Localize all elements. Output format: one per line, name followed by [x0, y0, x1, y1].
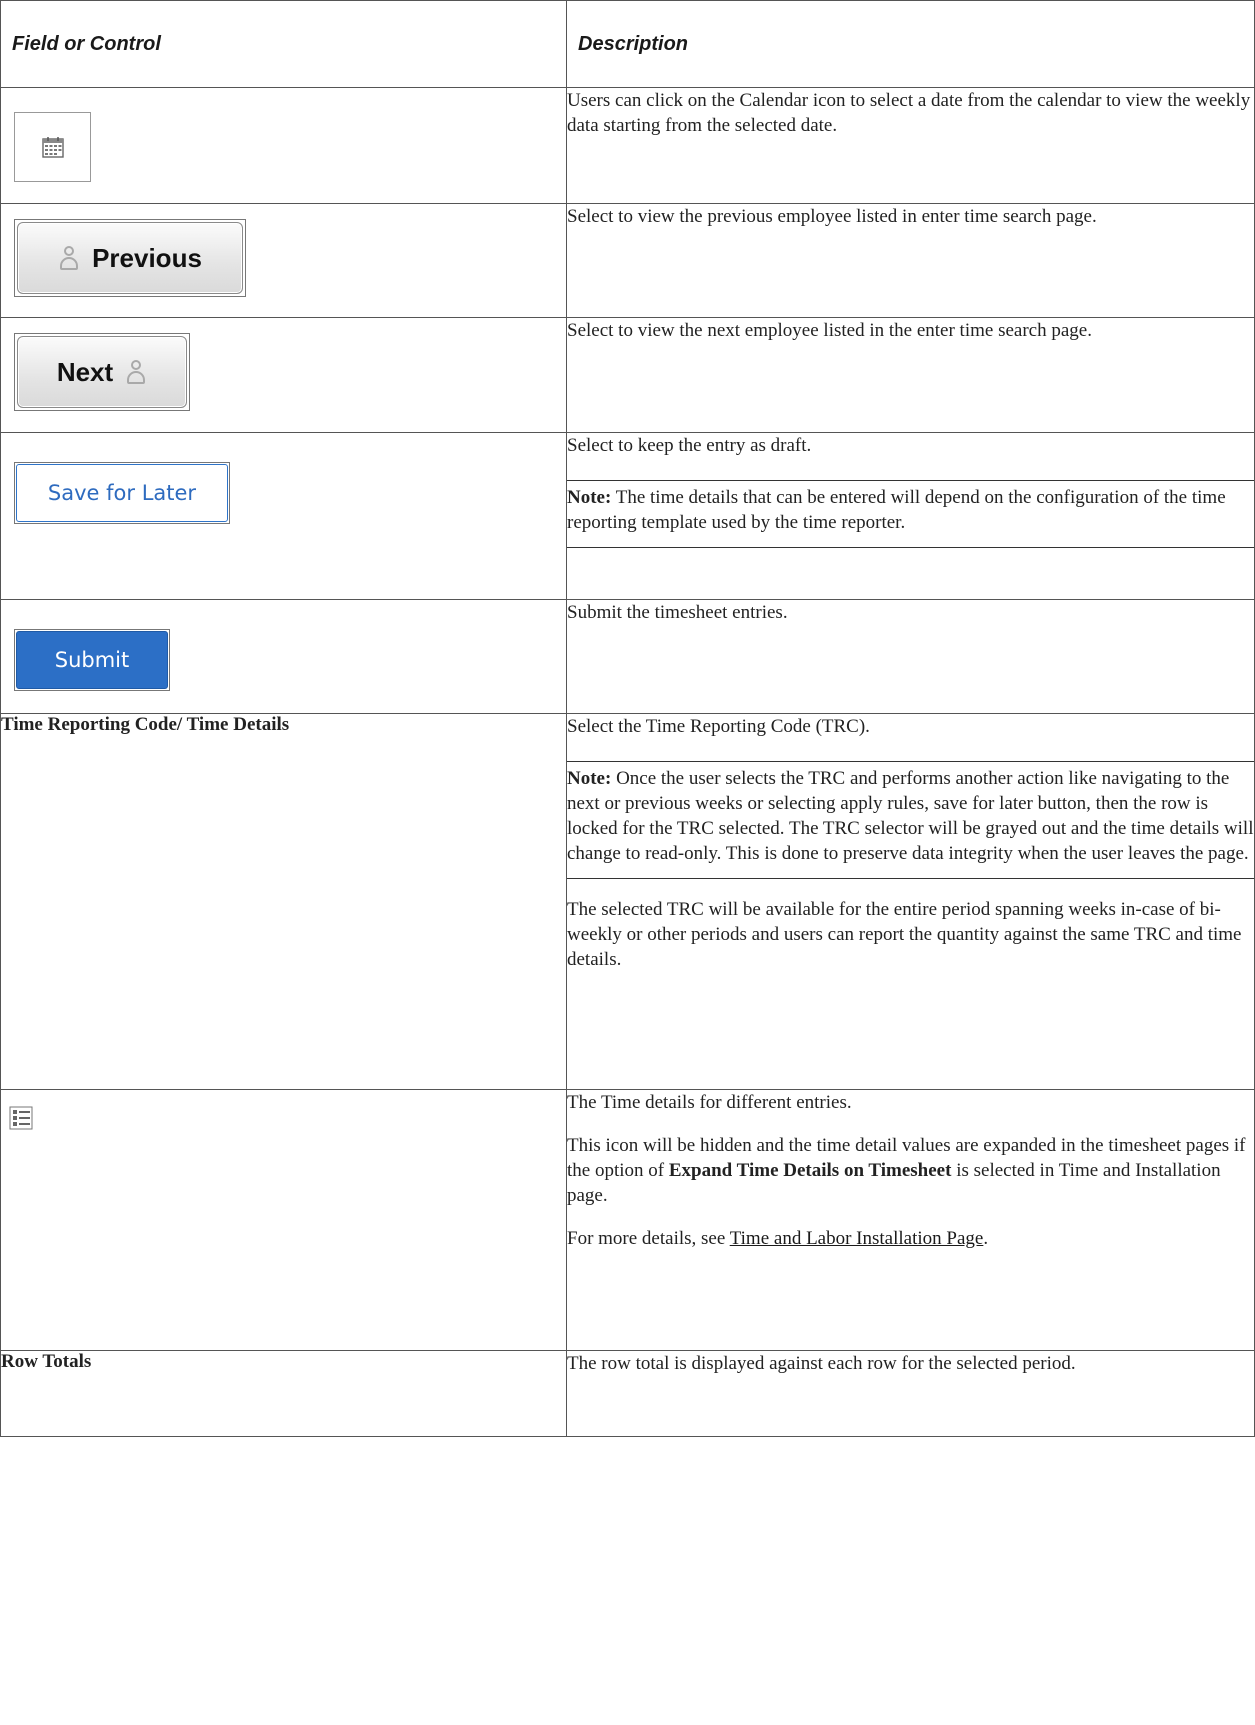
next-button[interactable]: Next [17, 336, 187, 408]
header-field-or-control: Field or Control [0, 0, 567, 88]
calendar-description: Users can click on the Calendar icon to … [566, 87, 1255, 204]
submit-description: Submit the timesheet entries. [566, 599, 1255, 714]
details-description: The Time details for different entries. … [566, 1089, 1255, 1351]
row-totals-description: The row total is displayed against each … [566, 1350, 1255, 1437]
save-description: Select to keep the entry as draft. Note:… [566, 432, 1255, 600]
table-row-row-totals: Row Totals The row total is displayed ag… [0, 1350, 1255, 1437]
previous-button[interactable]: Previous [17, 222, 243, 294]
table-header-row: Field or Control Description [0, 0, 1255, 88]
trc-note: Note: Once the user selects the TRC and … [567, 761, 1254, 879]
table-row-previous: Previous Select to view the previous emp… [0, 203, 1255, 318]
person-icon [58, 245, 80, 271]
table-row-next: Next Select to view the next employee li… [0, 317, 1255, 433]
time-details-button[interactable] [9, 1106, 566, 1135]
save-note: Note: The time details that can be enter… [567, 480, 1254, 548]
field-description-table: Field or Control Description Users can c… [0, 0, 1255, 1437]
submit-button[interactable]: Submit [16, 631, 168, 689]
trc-label: Time Reporting Code/ Time Details [0, 713, 567, 1090]
calendar-icon [41, 137, 64, 158]
time-labor-installation-link[interactable]: Time and Labor Installation Page [730, 1228, 984, 1249]
next-description: Select to view the next employee listed … [566, 317, 1255, 433]
list-details-icon [9, 1106, 33, 1130]
table-row-trc: Time Reporting Code/ Time Details Select… [0, 713, 1255, 1090]
table-row-calendar: Users can click on the Calendar icon to … [0, 87, 1255, 204]
row-totals-label: Row Totals [0, 1350, 567, 1437]
person-icon [125, 359, 147, 385]
table-row-time-details: The Time details for different entries. … [0, 1089, 1255, 1351]
trc-description: Select the Time Reporting Code (TRC). No… [566, 713, 1255, 1090]
calendar-button[interactable] [14, 112, 91, 182]
table-row-save-for-later: Save for Later Select to keep the entry … [0, 432, 1255, 600]
save-for-later-button[interactable]: Save for Later [16, 464, 228, 522]
previous-description: Select to view the previous employee lis… [566, 203, 1255, 318]
table-row-submit: Submit Submit the timesheet entries. [0, 599, 1255, 714]
header-description: Description [566, 0, 1255, 88]
